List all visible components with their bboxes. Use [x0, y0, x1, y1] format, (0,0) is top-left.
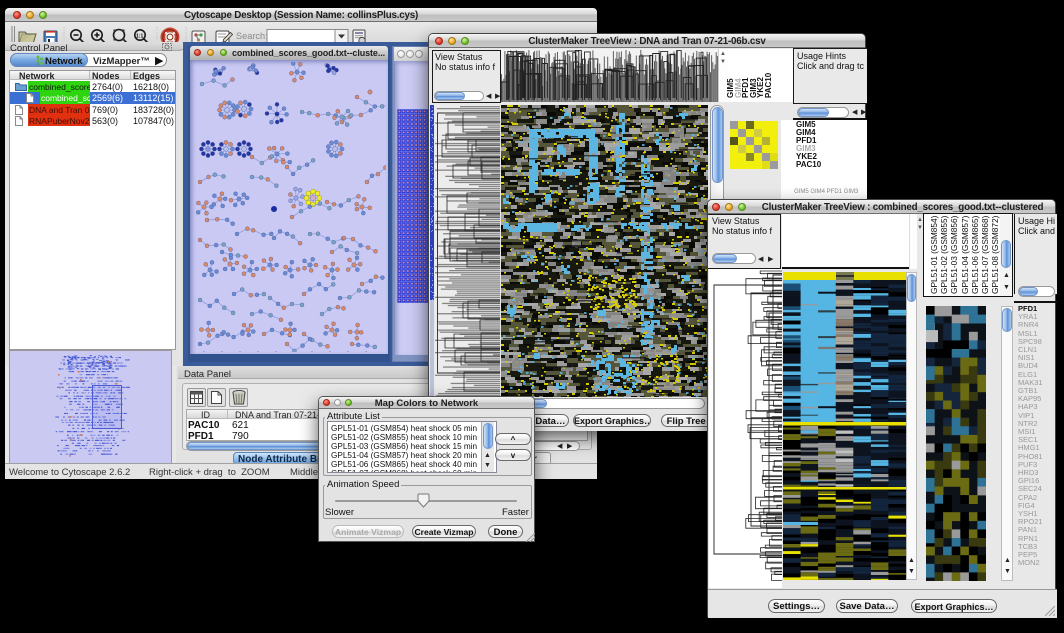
svg-text:1:1: 1:1 — [136, 34, 143, 40]
svg-text:Search:: Search: — [236, 31, 268, 41]
